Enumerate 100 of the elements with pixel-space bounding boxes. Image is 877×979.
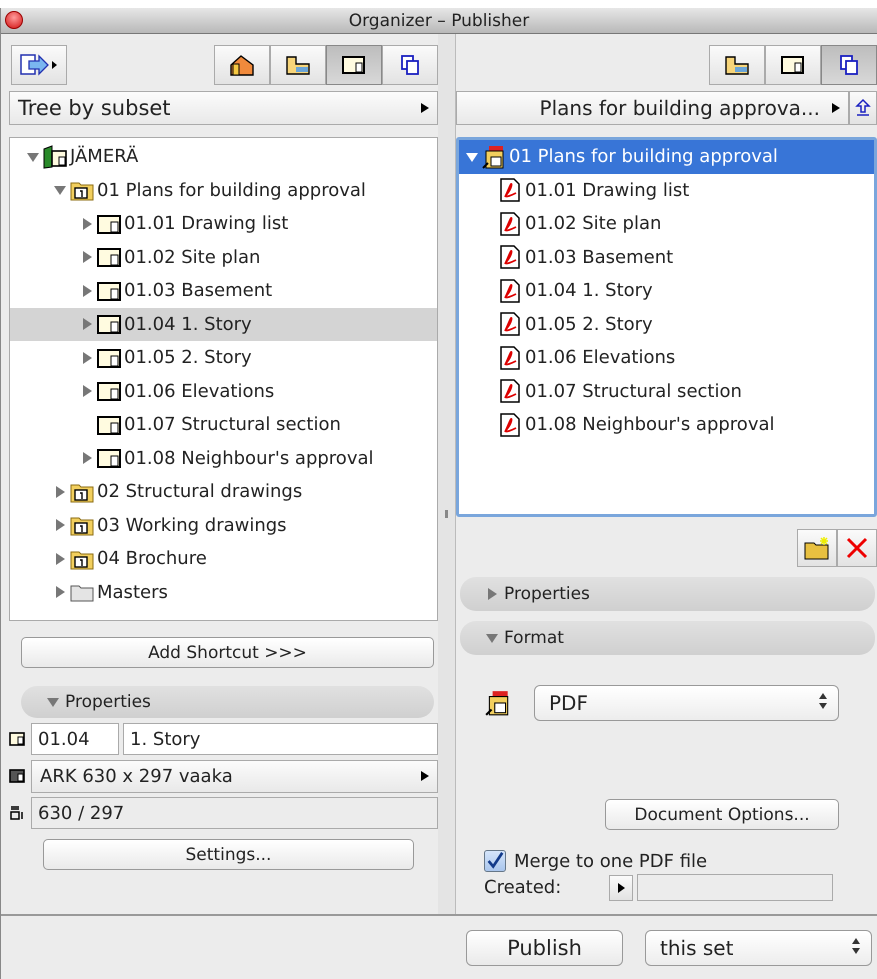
- play-button[interactable]: [609, 874, 633, 900]
- up-arrow-button[interactable]: [849, 91, 877, 125]
- project-view-button[interactable]: [214, 45, 270, 85]
- tree-item[interactable]: 03 Working drawings: [10, 508, 437, 542]
- disclosure-triangle-icon[interactable]: [80, 284, 94, 298]
- new-folder-button[interactable]: [797, 529, 837, 567]
- tree-item[interactable]: 01.07 Structural section: [459, 374, 874, 408]
- disclosure-triangle-icon[interactable]: [80, 384, 94, 398]
- publisher-set-dropdown[interactable]: Plans for building approva...: [456, 91, 849, 125]
- layout-icon: [9, 732, 25, 746]
- disclosure-triangle-icon[interactable]: [53, 585, 67, 600]
- tree-item-label: 01.02 Site plan: [124, 246, 260, 268]
- disclosure-triangle-icon[interactable]: [53, 518, 67, 532]
- layout-icon: [780, 54, 806, 76]
- size-field: 630 / 297: [31, 797, 438, 829]
- layout-icon: [96, 379, 122, 404]
- disclosure-triangle-icon[interactable]: [80, 317, 94, 332]
- tree-item[interactable]: 01.01 Drawing list: [459, 174, 874, 207]
- size-icon: [9, 805, 25, 821]
- disclosure-triangle-icon[interactable]: [80, 250, 94, 264]
- layout-id-field[interactable]: 01.04: [31, 723, 119, 755]
- format-select[interactable]: PDF: [534, 685, 839, 721]
- publish-button[interactable]: Publish: [466, 930, 623, 966]
- stepper-arrows-icon: [851, 936, 861, 954]
- tree-item[interactable]: 01 Plans for building approval: [10, 174, 437, 207]
- add-shortcut-button[interactable]: Add Shortcut >>>: [21, 637, 434, 668]
- splitter-handle[interactable]: [445, 510, 448, 518]
- tree-item-label: 01.06 Elevations: [525, 347, 676, 368]
- layout-view-button[interactable]: [765, 45, 821, 85]
- disclosure-triangle-icon[interactable]: [53, 484, 67, 499]
- tree-item[interactable]: 04 Brochure: [10, 542, 437, 576]
- tree-item[interactable]: 01.02 Site plan: [10, 240, 437, 274]
- delete-button[interactable]: [837, 529, 877, 567]
- tree-item[interactable]: 01.01 Drawing list: [10, 207, 437, 240]
- tree-item-label: 01.04 1. Story: [124, 314, 252, 335]
- tree-item[interactable]: 01 Plans for building approval: [459, 140, 874, 174]
- tree-item[interactable]: 01.07 Structural section: [10, 408, 437, 442]
- tree-item[interactable]: JÄMERÄ: [10, 140, 437, 174]
- section-header[interactable]: Properties: [460, 577, 875, 611]
- tree-item-label: 01.07 Structural section: [124, 414, 341, 436]
- layout-icon: [341, 54, 367, 76]
- export-arrow-icon: [19, 52, 59, 78]
- tree-item[interactable]: 01.03 Basement: [459, 240, 874, 274]
- close-button[interactable]: [5, 11, 23, 29]
- tree-item[interactable]: 01.08 Neighbour's approval: [459, 408, 874, 442]
- up-arrow-icon: [855, 98, 871, 118]
- disclosure-triangle-icon[interactable]: [80, 350, 94, 365]
- layout-view-button[interactable]: [326, 45, 382, 85]
- section-header[interactable]: Format: [460, 621, 875, 655]
- tree-item-label: 01.08 Neighbour's approval: [124, 448, 374, 469]
- tree-item[interactable]: 01.05 2. Story: [459, 308, 874, 341]
- folder-view-button[interactable]: [270, 45, 326, 85]
- tree-item-label: 01 Plans for building approval: [509, 146, 778, 168]
- disclosure-triangle-icon: [45, 695, 61, 709]
- sets-view-button[interactable]: [821, 45, 877, 85]
- tree-item-label: 01.01 Drawing list: [124, 213, 288, 234]
- tree-item-label: 01.06 Elevations: [124, 380, 274, 402]
- tree-item[interactable]: 01.03 Basement: [10, 274, 437, 308]
- tree-item-label: 04 Brochure: [97, 548, 207, 570]
- layout-icon: [96, 245, 122, 270]
- tree-item[interactable]: 01.04 1. Story: [10, 308, 437, 341]
- tree-item-label: 01.02 Site plan: [525, 213, 662, 234]
- tree-item-label: 01.05 2. Story: [124, 347, 252, 368]
- tree-item[interactable]: 01.05 2. Story: [10, 341, 437, 374]
- tree-item-label: 02 Structural drawings: [97, 481, 302, 502]
- tree-item[interactable]: 01.04 1. Story: [459, 274, 874, 308]
- disclosure-triangle-icon[interactable]: [53, 552, 67, 566]
- properties-header[interactable]: Properties: [21, 686, 434, 718]
- tree-item[interactable]: 01.02 Site plan: [459, 207, 874, 240]
- tree-item-label: 01.05 2. Story: [525, 314, 653, 335]
- folder-view-button[interactable]: [709, 45, 765, 85]
- settings-button[interactable]: Settings...: [43, 839, 414, 870]
- master-layout-dropdown[interactable]: ARK 630 x 297 vaaka: [31, 760, 438, 792]
- drawing-icon: [724, 54, 750, 76]
- disclosure-triangle-icon[interactable]: [80, 216, 94, 231]
- tree-item-label: 01.04 1. Story: [525, 280, 653, 302]
- tree-item-label: 01.03 Basement: [124, 280, 272, 302]
- new-folder-icon: [803, 535, 831, 561]
- layout-icon: [96, 446, 122, 470]
- tree-item-label: 01 Plans for building approval: [97, 180, 366, 201]
- merge-checkbox[interactable]: Merge to one PDF file: [484, 850, 877, 872]
- disclosure-triangle-icon[interactable]: [53, 183, 67, 198]
- drawing-icon: [285, 54, 311, 76]
- tree-item[interactable]: 01.06 Elevations: [459, 341, 874, 374]
- house-icon: [229, 54, 255, 76]
- publish-scope-select[interactable]: this set: [645, 930, 872, 966]
- tree-item[interactable]: 01.08 Neighbour's approval: [10, 442, 437, 475]
- tree-item[interactable]: 02 Structural drawings: [10, 475, 437, 508]
- layout-name-field[interactable]: 1. Story: [123, 723, 438, 755]
- document-options-button[interactable]: Document Options...: [605, 799, 839, 830]
- export-menu-button[interactable]: [11, 45, 67, 85]
- window-title: Organizer – Publisher: [348, 10, 530, 30]
- tree-mode-dropdown[interactable]: Tree by subset: [9, 91, 438, 125]
- project-icon: [42, 144, 68, 169]
- tree-item-label: JÄMERÄ: [70, 146, 138, 168]
- sets-view-button[interactable]: [382, 45, 438, 85]
- tree-item[interactable]: Masters: [10, 576, 437, 609]
- disclosure-triangle-icon[interactable]: [80, 451, 94, 466]
- created-label: Created:: [484, 877, 562, 898]
- tree-item[interactable]: 01.06 Elevations: [10, 374, 437, 408]
